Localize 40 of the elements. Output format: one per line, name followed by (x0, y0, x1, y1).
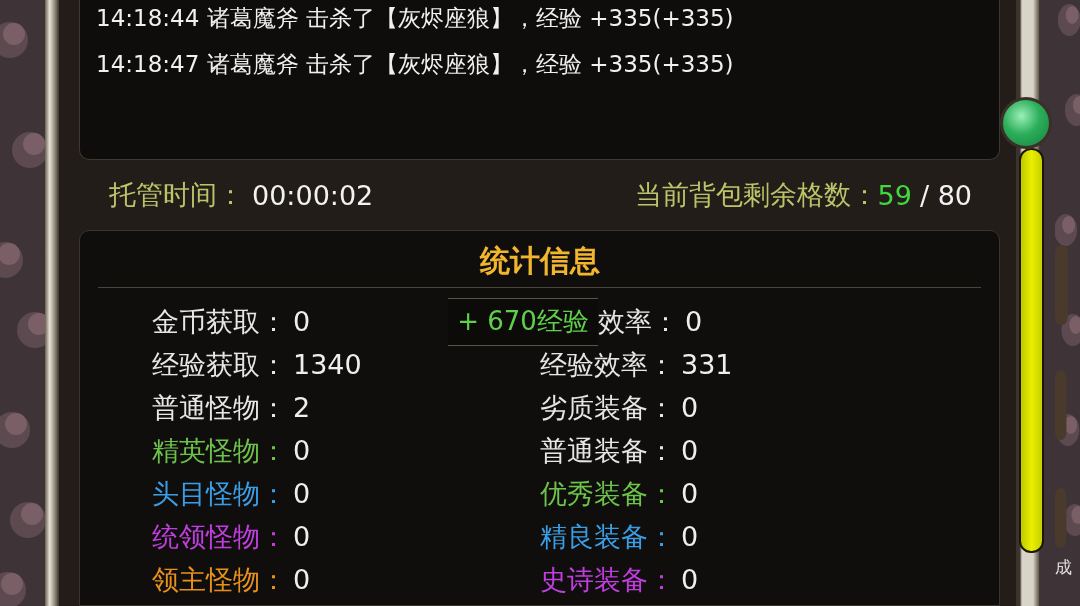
stat-label: 精良装备： (540, 519, 675, 554)
stat-label: 普通怪物： (152, 390, 287, 425)
scroll-handle[interactable] (1000, 97, 1052, 149)
log-entry: 14:18:44 诸葛魔斧 击杀了【灰烬座狼】，经验 +335(+335) (96, 4, 735, 33)
stat-value: 1340 (293, 349, 362, 380)
stat-value: 0 (293, 564, 311, 595)
stat-value: 0 (293, 306, 311, 337)
stat-value: 0 (681, 521, 699, 552)
stat-value: 2 (293, 392, 311, 423)
stat-label: 普通装备： (540, 433, 675, 468)
stat-label: 优秀装备： (540, 476, 675, 511)
experience-toast: + 670经验 (448, 297, 598, 346)
stat-label: 领主怪物： (152, 562, 287, 597)
bag-total: / 80 (919, 179, 972, 211)
stat-label: 金币获取： (152, 304, 287, 339)
stat-value: 0 (293, 521, 311, 552)
stat-label: 经验效率： (540, 347, 675, 382)
stat-label: 精英怪物： (152, 433, 287, 468)
log-entry: 14:18:47 诸葛魔斧 击杀了【灰烬座狼】，经验 +335(+335) (96, 50, 735, 79)
stat-value: 0 (681, 392, 699, 423)
stat-value: 0 (685, 306, 703, 337)
stat-value: 0 (293, 435, 311, 466)
stats-title: 统计信息 (478, 242, 601, 280)
auto-time-label: 托管时间： (109, 178, 244, 212)
stat-value: 0 (293, 478, 311, 509)
auto-time-value: 00:00:02 (252, 179, 374, 211)
stat-value: 331 (681, 349, 733, 380)
stat-label: 头目怪物： (152, 476, 287, 511)
stat-label: 统领怪物： (152, 519, 287, 554)
stat-label: 史诗装备： (540, 562, 675, 597)
stat-value: 0 (681, 478, 699, 509)
edge-label: 成 (1055, 556, 1072, 579)
bag-free-count: 59 (877, 179, 912, 211)
stat-value: 0 (681, 564, 699, 595)
stat-label: 劣质装备： (540, 390, 675, 425)
bag-label: 当前背包剩余格数： (634, 178, 878, 212)
stat-label: 经验获取： (152, 347, 287, 382)
scroll-bar[interactable] (1019, 148, 1044, 553)
stat-label: 效率： (598, 304, 679, 339)
stat-value: 0 (681, 435, 699, 466)
